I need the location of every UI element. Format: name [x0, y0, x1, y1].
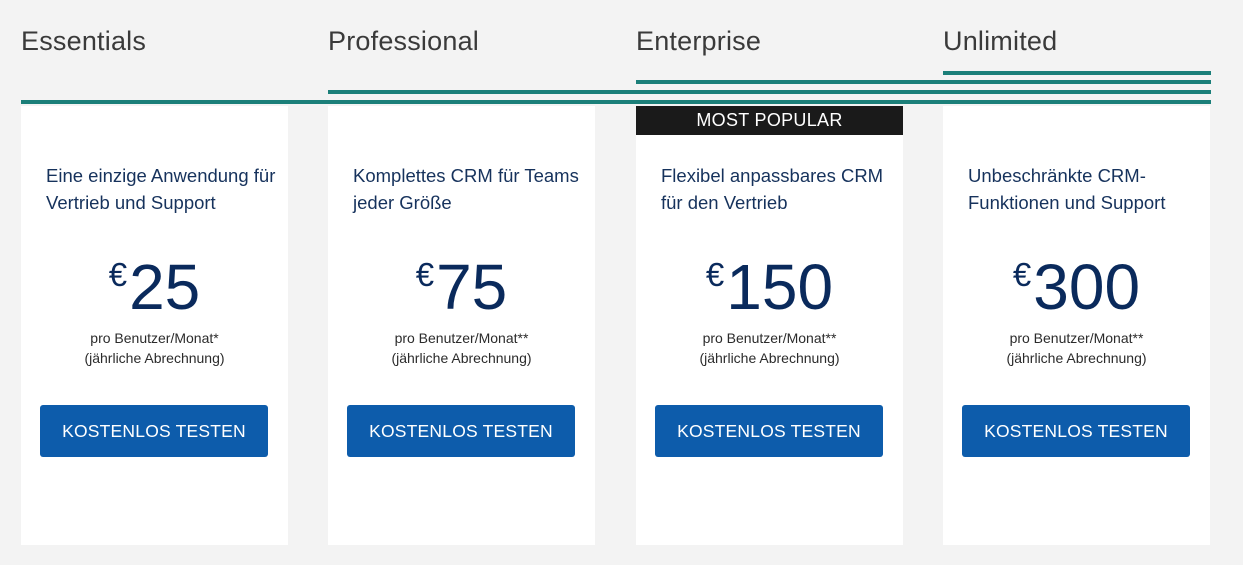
plan-tagline: Flexibel anpassbares CRM für den Vertrie… [661, 165, 884, 213]
price-note-line2: (jährliche Abrechnung) [699, 350, 840, 366]
plan-tagline: Komplettes CRM für Teams jeder Größe [353, 165, 579, 213]
plan-tagline: Unbeschränkte CRM-Funktionen und Support [968, 165, 1166, 213]
plan-price: €150 [636, 252, 903, 322]
price-note: pro Benutzer/Monat** (jährliche Abrechnu… [328, 328, 595, 368]
plan-card-enterprise: MOST POPULAR Flexibel anpassbares CRM fü… [636, 106, 903, 545]
plan-card-professional: Komplettes CRM für Teams jeder Größe €75… [328, 106, 595, 545]
plan-card-essentials: Eine einzige Anwendung für Vertrieb und … [21, 106, 288, 545]
try-free-button-unlimited[interactable]: KOSTENLOS TESTEN [962, 405, 1190, 457]
currency-symbol: € [108, 256, 128, 293]
price-note-line2: (jährliche Abrechnung) [1006, 350, 1147, 366]
tier-line-enterprise [636, 80, 1211, 84]
currency-symbol: € [705, 256, 725, 293]
tier-line-unlimited [943, 71, 1211, 75]
tier-line-essentials [21, 100, 1211, 104]
plan-card-unlimited: Unbeschränkte CRM-Funktionen und Support… [943, 106, 1210, 545]
price-amount: 25 [129, 251, 201, 323]
plan-price: €25 [21, 252, 288, 322]
price-note-line1: pro Benutzer/Monat** [394, 330, 529, 346]
price-note: pro Benutzer/Monat** (jährliche Abrechnu… [636, 328, 903, 368]
price-note: pro Benutzer/Monat** (jährliche Abrechnu… [943, 328, 1210, 368]
plan-price: €75 [328, 252, 595, 322]
price-note-line2: (jährliche Abrechnung) [391, 350, 532, 366]
price-note-line1: pro Benutzer/Monat** [1009, 330, 1144, 346]
price-amount: 75 [436, 251, 508, 323]
price-note: pro Benutzer/Monat* (jährliche Abrechnun… [21, 328, 288, 368]
tier-line-professional [328, 90, 1211, 94]
plan-name-enterprise: Enterprise [636, 26, 762, 56]
price-note-line2: (jährliche Abrechnung) [84, 350, 225, 366]
currency-symbol: € [415, 256, 435, 293]
most-popular-badge: MOST POPULAR [636, 106, 903, 135]
price-amount: 300 [1033, 251, 1141, 323]
try-free-button-enterprise[interactable]: KOSTENLOS TESTEN [655, 405, 883, 457]
price-amount: 150 [726, 251, 834, 323]
currency-symbol: € [1012, 256, 1032, 293]
plan-name-unlimited: Unlimited [943, 26, 1058, 56]
price-note-line1: pro Benutzer/Monat** [702, 330, 837, 346]
plan-price: €300 [943, 252, 1210, 322]
plan-tagline: Eine einzige Anwendung für Vertrieb und … [46, 165, 276, 213]
plan-name-professional: Professional [328, 26, 479, 56]
try-free-button-professional[interactable]: KOSTENLOS TESTEN [347, 405, 575, 457]
plan-name-essentials: Essentials [21, 26, 147, 56]
price-note-line1: pro Benutzer/Monat* [90, 330, 219, 346]
try-free-button-essentials[interactable]: KOSTENLOS TESTEN [40, 405, 268, 457]
